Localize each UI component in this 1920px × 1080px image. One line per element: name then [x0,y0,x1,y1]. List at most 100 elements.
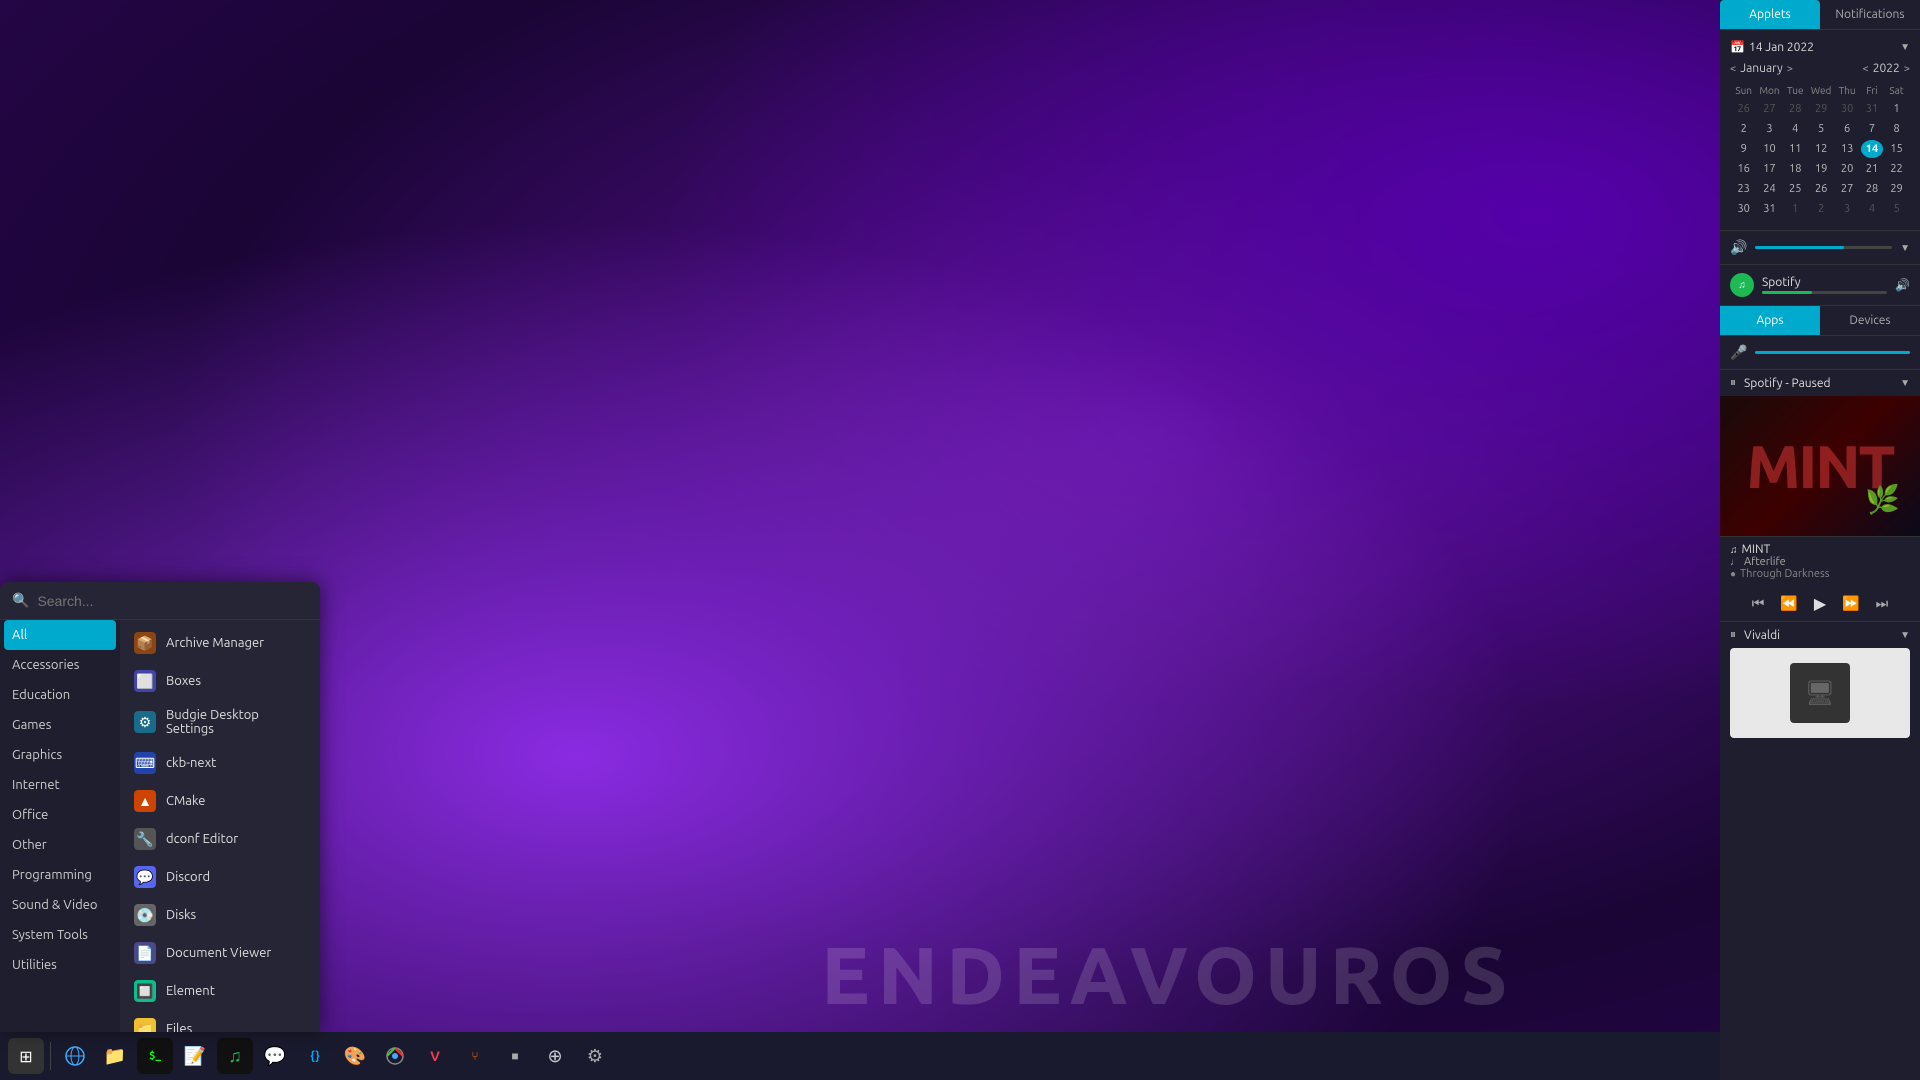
cal-day[interactable]: 17 [1757,160,1781,178]
cal-day[interactable]: 10 [1757,140,1781,158]
app-list-item[interactable]: 💽 Disks [120,896,320,934]
cal-day[interactable]: 16 [1732,160,1755,178]
taskbar-icon-misc1[interactable]: ■ [497,1038,533,1074]
mic-slider[interactable] [1755,351,1910,354]
cal-day[interactable]: 4 [1784,120,1807,138]
taskbar-icon-files[interactable]: 📁 [97,1038,133,1074]
app-list-item[interactable]: ▲ CMake [120,782,320,820]
cal-day[interactable]: 2 [1732,120,1755,138]
cal-day[interactable]: 3 [1835,200,1858,218]
app-list-item[interactable]: 🔲 Element [120,972,320,1010]
cal-day[interactable]: 2 [1809,200,1833,218]
calendar-chevron[interactable]: ▼ [1900,41,1910,53]
cal-day[interactable]: 1 [1784,200,1807,218]
cal-day[interactable]: 4 [1861,200,1883,218]
volume-slider[interactable] [1755,246,1892,249]
cal-day[interactable]: 27 [1757,100,1781,118]
taskbar-icon-vscode[interactable]: {} [297,1038,333,1074]
sidebar-item-education[interactable]: Education [0,680,120,710]
cal-day[interactable]: 3 [1757,120,1781,138]
next-month-btn[interactable]: > [1787,63,1793,75]
app-list-item[interactable]: 🔧 dconf Editor [120,820,320,858]
play-pause-btn[interactable]: ▶ [1814,594,1826,613]
sidebar-item-sound-video[interactable]: Sound & Video [0,890,120,920]
cal-day[interactable]: 30 [1732,200,1755,218]
taskbar-icon-gimp[interactable]: 🎨 [337,1038,373,1074]
sidebar-item-internet[interactable]: Internet [0,770,120,800]
cal-day[interactable]: 8 [1885,120,1908,138]
sidebar-item-utilities[interactable]: Utilities [0,950,120,980]
cal-day[interactable]: 26 [1732,100,1755,118]
sidebar-item-office[interactable]: Office [0,800,120,830]
sidebar-item-accessories[interactable]: Accessories [0,650,120,680]
cal-day[interactable]: 5 [1885,200,1908,218]
app-list-item[interactable]: ⬜ Boxes [120,662,320,700]
cal-day[interactable]: 31 [1757,200,1781,218]
cal-day[interactable]: 7 [1861,120,1883,138]
taskbar-icon-misc2[interactable]: ⊕ [537,1038,573,1074]
spotify-vol-slider[interactable] [1762,291,1887,294]
tab-apps[interactable]: Apps [1720,306,1820,335]
cal-day[interactable]: 26 [1809,180,1833,198]
cal-day[interactable]: 21 [1861,160,1883,178]
taskbar-icon-texteditor[interactable]: 📝 [177,1038,213,1074]
cal-day[interactable]: 24 [1757,180,1781,198]
taskbar-icon-browser[interactable] [57,1038,93,1074]
app-menu-search-input[interactable] [37,593,308,609]
app-list-item[interactable]: 📦 Archive Manager [120,624,320,662]
spotify-expand-btn[interactable]: ▼ [1900,377,1910,389]
cal-day[interactable]: 30 [1835,100,1858,118]
vivaldi-expand-btn[interactable]: ▼ [1900,629,1910,641]
cal-day[interactable]: 27 [1835,180,1858,198]
tab-notifications[interactable]: Notifications [1820,0,1920,29]
app-list-item[interactable]: ⚙ Budgie Desktop Settings [120,700,320,744]
sidebar-item-graphics[interactable]: Graphics [0,740,120,770]
cal-day-today[interactable]: 14 [1861,140,1883,158]
taskbar-icon-chromium[interactable] [377,1038,413,1074]
taskbar-icon-settings[interactable]: ⚙ [577,1038,613,1074]
cal-day[interactable]: 1 [1885,100,1908,118]
cal-day[interactable]: 9 [1732,140,1755,158]
app-list-item[interactable]: ⌨ ckb-next [120,744,320,782]
tab-applets[interactable]: Applets [1720,0,1820,29]
cal-day[interactable]: 19 [1809,160,1833,178]
app-list-item[interactable]: 📄 Document Viewer [120,934,320,972]
sidebar-item-all[interactable]: All [4,620,116,650]
cal-day[interactable]: 13 [1835,140,1858,158]
app-list-item[interactable]: 📁 Files [120,1010,320,1032]
next-year-btn[interactable]: > [1904,63,1910,75]
sidebar-item-other[interactable]: Other [0,830,120,860]
prev-year-btn[interactable]: < [1862,63,1868,75]
prev-month-btn[interactable]: < [1730,63,1736,75]
sidebar-item-system-tools[interactable]: System Tools [0,920,120,950]
cal-day[interactable]: 31 [1861,100,1883,118]
taskbar-icon-git[interactable]: ⑂ [457,1038,493,1074]
prev-prev-btn[interactable]: ⏮ [1752,595,1765,612]
taskbar-icon-spotify[interactable]: ♫ [217,1038,253,1074]
cal-day[interactable]: 12 [1809,140,1833,158]
cal-day[interactable]: 18 [1784,160,1807,178]
cal-day[interactable]: 23 [1732,180,1755,198]
sidebar-item-programming[interactable]: Programming [0,860,120,890]
cal-day[interactable]: 20 [1835,160,1858,178]
next-btn[interactable]: ⏩ [1842,595,1859,612]
cal-day[interactable]: 28 [1861,180,1883,198]
taskbar-icon-discord[interactable]: 💬 [257,1038,293,1074]
cal-day[interactable]: 29 [1885,180,1908,198]
taskbar-icon-vivaldi[interactable]: V [417,1038,453,1074]
cal-day[interactable]: 15 [1885,140,1908,158]
cal-day[interactable]: 6 [1835,120,1858,138]
next-next-btn[interactable]: ⏭ [1876,595,1889,612]
taskbar-app-menu-btn[interactable]: ⊞ [8,1038,44,1074]
tab-devices[interactable]: Devices [1820,306,1920,335]
sidebar-item-games[interactable]: Games [0,710,120,740]
volume-dropdown-btn[interactable]: ▼ [1900,242,1910,254]
app-list-item[interactable]: 💬 Discord [120,858,320,896]
cal-day[interactable]: 25 [1784,180,1807,198]
cal-day[interactable]: 22 [1885,160,1908,178]
cal-day[interactable]: 28 [1784,100,1807,118]
cal-day[interactable]: 29 [1809,100,1833,118]
taskbar-icon-terminal[interactable]: $_ [137,1038,173,1074]
prev-btn[interactable]: ⏪ [1780,595,1797,612]
cal-day[interactable]: 5 [1809,120,1833,138]
